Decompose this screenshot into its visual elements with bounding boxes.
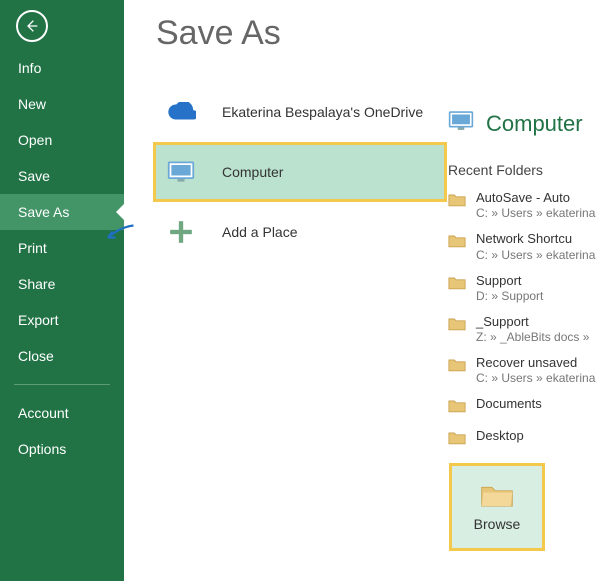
- sidebar-item-label: Close: [18, 348, 54, 364]
- recent-folder-item[interactable]: Documents: [448, 396, 611, 418]
- browse-label: Browse: [474, 516, 521, 532]
- folder-icon: [448, 231, 466, 253]
- computer-header-text: Computer: [486, 111, 583, 137]
- sidebar-item-label: Options: [18, 441, 66, 457]
- recent-folder-name: _Support: [476, 314, 589, 330]
- back-icon: [24, 18, 40, 34]
- sidebar-item-new[interactable]: New: [0, 86, 124, 122]
- folder-icon: [448, 396, 466, 418]
- recent-folder-name: Documents: [476, 396, 542, 412]
- backstage-sidebar: Info New Open Save Save As Print Share E…: [0, 0, 124, 581]
- page-title: Save As: [156, 14, 444, 53]
- folder-icon: [448, 273, 466, 295]
- plus-icon: [166, 217, 196, 247]
- main-area: Save As Ekaterina Bespalaya's OneDrive C…: [124, 0, 611, 581]
- sidebar-item-label: Open: [18, 132, 52, 148]
- folder-icon: [448, 355, 466, 377]
- folder-icon: [448, 428, 466, 450]
- recent-folder-item[interactable]: Recover unsavedC: » Users » ekaterina: [448, 355, 611, 386]
- recent-column: Computer Recent Folders AutoSave - AutoC…: [444, 0, 611, 581]
- sidebar-item-info[interactable]: Info: [0, 50, 124, 86]
- folder-icon: [448, 190, 466, 212]
- place-add[interactable]: Add a Place: [156, 205, 444, 259]
- sidebar-item-label: Save As: [18, 204, 69, 220]
- place-onedrive[interactable]: Ekaterina Bespalaya's OneDrive: [156, 85, 444, 139]
- place-computer[interactable]: Computer: [156, 145, 444, 199]
- place-label: Computer: [222, 164, 283, 180]
- places-column: Save As Ekaterina Bespalaya's OneDrive C…: [124, 0, 444, 581]
- folder-icon: [448, 314, 466, 336]
- computer-header: Computer: [448, 110, 611, 138]
- sidebar-divider: [14, 384, 110, 385]
- recent-folder-path: C: » Users » ekaterina: [476, 206, 595, 221]
- annotation-arrow: [104, 224, 136, 242]
- sidebar-item-export[interactable]: Export: [0, 302, 124, 338]
- recent-folder-name: Desktop: [476, 428, 524, 444]
- sidebar-item-share[interactable]: Share: [0, 266, 124, 302]
- recent-folder-name: Support: [476, 273, 543, 289]
- folder-icon: [480, 482, 514, 508]
- recent-folder-name: Network Shortcu: [476, 231, 595, 247]
- back-button[interactable]: [16, 10, 48, 42]
- sidebar-item-label: Share: [18, 276, 55, 292]
- recent-folder-path: D: » Support: [476, 289, 543, 304]
- place-label: Ekaterina Bespalaya's OneDrive: [222, 104, 423, 120]
- recent-folder-item[interactable]: SupportD: » Support: [448, 273, 611, 304]
- sidebar-item-label: New: [18, 96, 46, 112]
- sidebar-item-options[interactable]: Options: [0, 431, 124, 467]
- recent-folder-path: Z: » _AbleBits docs »: [476, 330, 589, 345]
- sidebar-item-save[interactable]: Save: [0, 158, 124, 194]
- sidebar-item-close[interactable]: Close: [0, 338, 124, 374]
- sidebar-item-open[interactable]: Open: [0, 122, 124, 158]
- recent-folder-item[interactable]: Desktop: [448, 428, 611, 450]
- sidebar-item-label: Save: [18, 168, 50, 184]
- sidebar-item-label: Print: [18, 240, 47, 256]
- recent-folder-name: Recover unsaved: [476, 355, 595, 371]
- cloud-icon: [166, 97, 196, 127]
- recent-folder-path: C: » Users » ekaterina: [476, 248, 595, 263]
- recent-folders-list: AutoSave - AutoC: » Users » ekaterinaNet…: [448, 190, 611, 450]
- recent-folder-path: C: » Users » ekaterina: [476, 371, 595, 386]
- recent-folder-item[interactable]: AutoSave - AutoC: » Users » ekaterina: [448, 190, 611, 221]
- recent-folder-name: AutoSave - Auto: [476, 190, 595, 206]
- sidebar-item-label: Info: [18, 60, 41, 76]
- sidebar-item-account[interactable]: Account: [0, 395, 124, 431]
- place-label: Add a Place: [222, 224, 298, 240]
- monitor-icon: [166, 157, 196, 187]
- recent-folders-label: Recent Folders: [448, 162, 611, 178]
- recent-folder-item[interactable]: _SupportZ: » _AbleBits docs »: [448, 314, 611, 345]
- sidebar-item-label: Export: [18, 312, 58, 328]
- recent-folder-item[interactable]: Network ShortcuC: » Users » ekaterina: [448, 231, 611, 262]
- monitor-icon: [448, 110, 474, 138]
- sidebar-item-label: Account: [18, 405, 69, 421]
- browse-button[interactable]: Browse: [452, 466, 542, 548]
